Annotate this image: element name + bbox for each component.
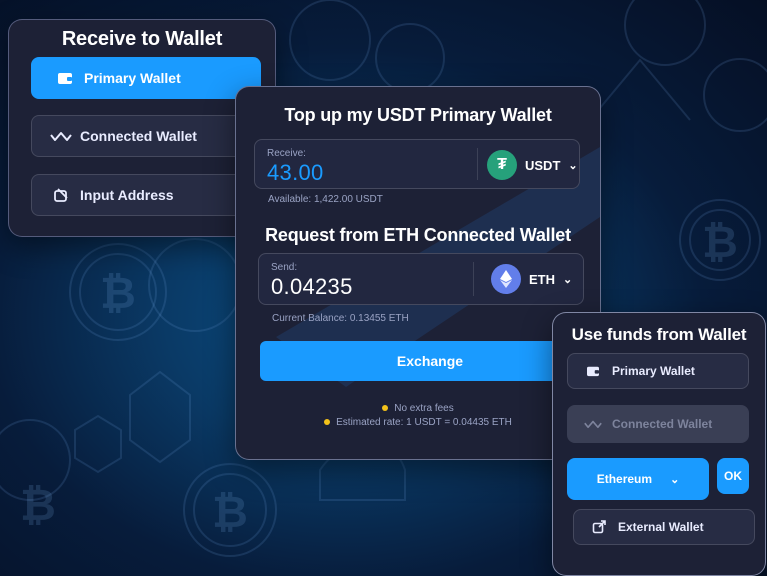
send-token-selector[interactable]: ETH ⌄ — [491, 264, 572, 294]
receive-connected-wallet-option[interactable]: Connected Wallet — [31, 115, 261, 157]
top-up-title: Top up my USDT Primary Wallet — [284, 105, 552, 125]
use-funds-card: Use funds from Wallet Primary Wallet Con… — [552, 312, 766, 576]
svg-text:₿: ₿ — [100, 268, 136, 319]
receive-primary-wallet-option[interactable]: Primary Wallet — [31, 57, 261, 99]
estimated-rate-note: Estimated rate: 1 USDT = 0.04435 ETH — [236, 417, 600, 428]
receive-input-address-label: Input Address — [80, 187, 174, 203]
receive-card-title: Receive to Wallet — [61, 28, 223, 50]
network-selector[interactable]: Ethereum ⌄ — [567, 458, 709, 500]
receive-token-selector[interactable]: ₮ USDT ⌄ — [487, 150, 578, 180]
send-token-label: ETH — [529, 271, 555, 287]
send-amount-label: Send: — [271, 262, 298, 273]
walletconnect-icon — [50, 130, 72, 142]
external-wallet-label: External Wallet — [618, 520, 704, 534]
chevron-down-icon: ⌄ — [568, 159, 578, 172]
external-link-icon — [588, 520, 610, 534]
receive-amount-label: Receive: — [267, 148, 306, 159]
funds-connected-wallet-label: Connected Wallet — [612, 417, 713, 431]
input-address-icon — [50, 187, 72, 203]
no-fees-note: No extra fees — [236, 403, 600, 414]
use-funds-title: Use funds from Wallet — [571, 325, 747, 344]
receive-token-label: USDT — [525, 157, 561, 173]
chevron-down-icon: ⌄ — [563, 273, 573, 286]
usdt-icon: ₮ — [487, 150, 517, 180]
send-amount-field[interactable]: Send: 0.04235 ETH ⌄ — [258, 253, 584, 305]
ok-button[interactable]: OK — [717, 458, 749, 494]
wallet-icon — [54, 71, 76, 85]
funds-primary-wallet-option[interactable]: Primary Wallet — [567, 353, 749, 389]
external-wallet-option[interactable]: External Wallet — [573, 509, 755, 545]
receive-primary-wallet-label: Primary Wallet — [84, 70, 181, 86]
network-selector-value: Ethereum — [596, 472, 653, 486]
eth-icon — [491, 264, 521, 294]
funds-connected-wallet-option[interactable]: Connected Wallet — [567, 405, 749, 443]
receive-amount-value[interactable]: 43.00 — [267, 160, 324, 186]
top-up-card: Top up my USDT Primary Wallet Receive: 4… — [235, 86, 601, 460]
available-balance: Available: 1,422.00 USDT — [268, 194, 383, 205]
request-title: Request from ETH Connected Wallet — [265, 225, 571, 245]
ok-button-label: OK — [724, 469, 742, 483]
chevron-down-icon: ⌄ — [670, 473, 680, 486]
send-amount-value[interactable]: 0.04235 — [271, 274, 353, 300]
current-balance: Current Balance: 0.13455 ETH — [272, 313, 409, 324]
exchange-button[interactable]: Exchange — [260, 341, 600, 381]
wallet-icon — [582, 365, 604, 377]
svg-text:₿: ₿ — [20, 480, 56, 531]
walletconnect-icon — [582, 419, 604, 429]
receive-amount-field[interactable]: Receive: 43.00 ₮ USDT ⌄ — [254, 139, 580, 189]
svg-text:₿: ₿ — [702, 217, 738, 268]
receive-input-address-option[interactable]: Input Address — [31, 174, 261, 216]
svg-text:₿: ₿ — [212, 487, 248, 538]
receive-connected-wallet-label: Connected Wallet — [80, 128, 197, 144]
funds-primary-wallet-label: Primary Wallet — [612, 364, 695, 378]
